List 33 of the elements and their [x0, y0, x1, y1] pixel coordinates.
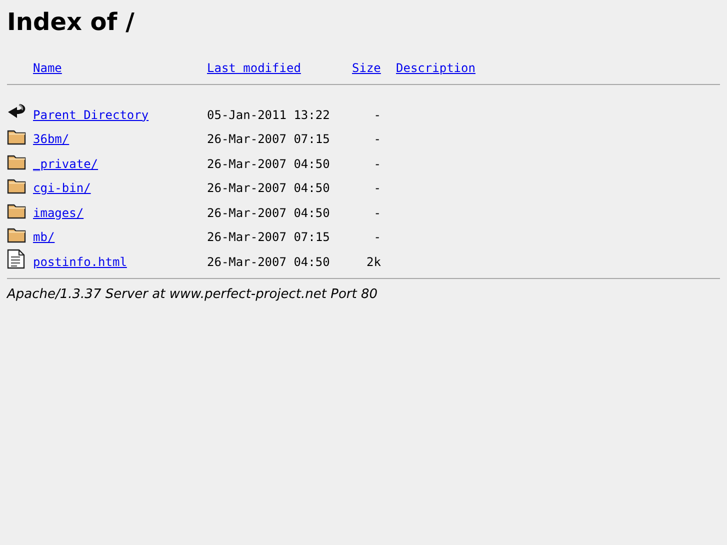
modified-date: 26-Mar-2007 04:50: [207, 204, 331, 222]
folder-link[interactable]: _private/: [33, 154, 98, 172]
folder-icon: [7, 226, 27, 244]
name-column-link[interactable]: Name: [33, 59, 62, 77]
description-column-link[interactable]: Description: [396, 59, 476, 77]
folder-icon: [7, 128, 27, 146]
folder-link[interactable]: mb/: [33, 228, 55, 246]
last-modified-column-link[interactable]: Last modified: [207, 59, 301, 77]
file-link[interactable]: postinfo.html: [33, 252, 127, 270]
file-size: -: [372, 106, 381, 124]
document-icon: [7, 248, 25, 268]
modified-date: 26-Mar-2007 04:50: [207, 156, 331, 172]
file-size: 2k: [366, 254, 381, 270]
folder-link[interactable]: cgi-bin/: [33, 179, 91, 197]
file-size: -: [372, 204, 381, 222]
folder-icon: [7, 152, 27, 170]
file-size: -: [372, 180, 381, 197]
modified-date: 26-Mar-2007 07:15: [207, 131, 331, 148]
folder-link[interactable]: images/: [33, 204, 84, 222]
file-size: -: [372, 156, 381, 172]
file-size: -: [372, 131, 381, 148]
page-title: Index of /: [7, 7, 136, 38]
modified-date: 05-Jan-2011 13:22: [207, 106, 331, 124]
modified-date: 26-Mar-2007 04:50: [207, 254, 331, 270]
folder-icon: [7, 202, 27, 220]
folder-icon: [7, 177, 27, 195]
size-column-link[interactable]: Size: [352, 59, 381, 77]
parent-directory-link[interactable]: Parent Directory: [33, 106, 149, 124]
server-signature: Apache/1.3.37 Server at www.perfect-project.net Port 80: [7, 286, 379, 304]
modified-date: 26-Mar-2007 04:50: [207, 180, 331, 197]
file-size: -: [372, 229, 381, 246]
modified-date: 26-Mar-2007 07:15: [207, 229, 331, 246]
folder-link[interactable]: 36bm/: [33, 130, 70, 148]
